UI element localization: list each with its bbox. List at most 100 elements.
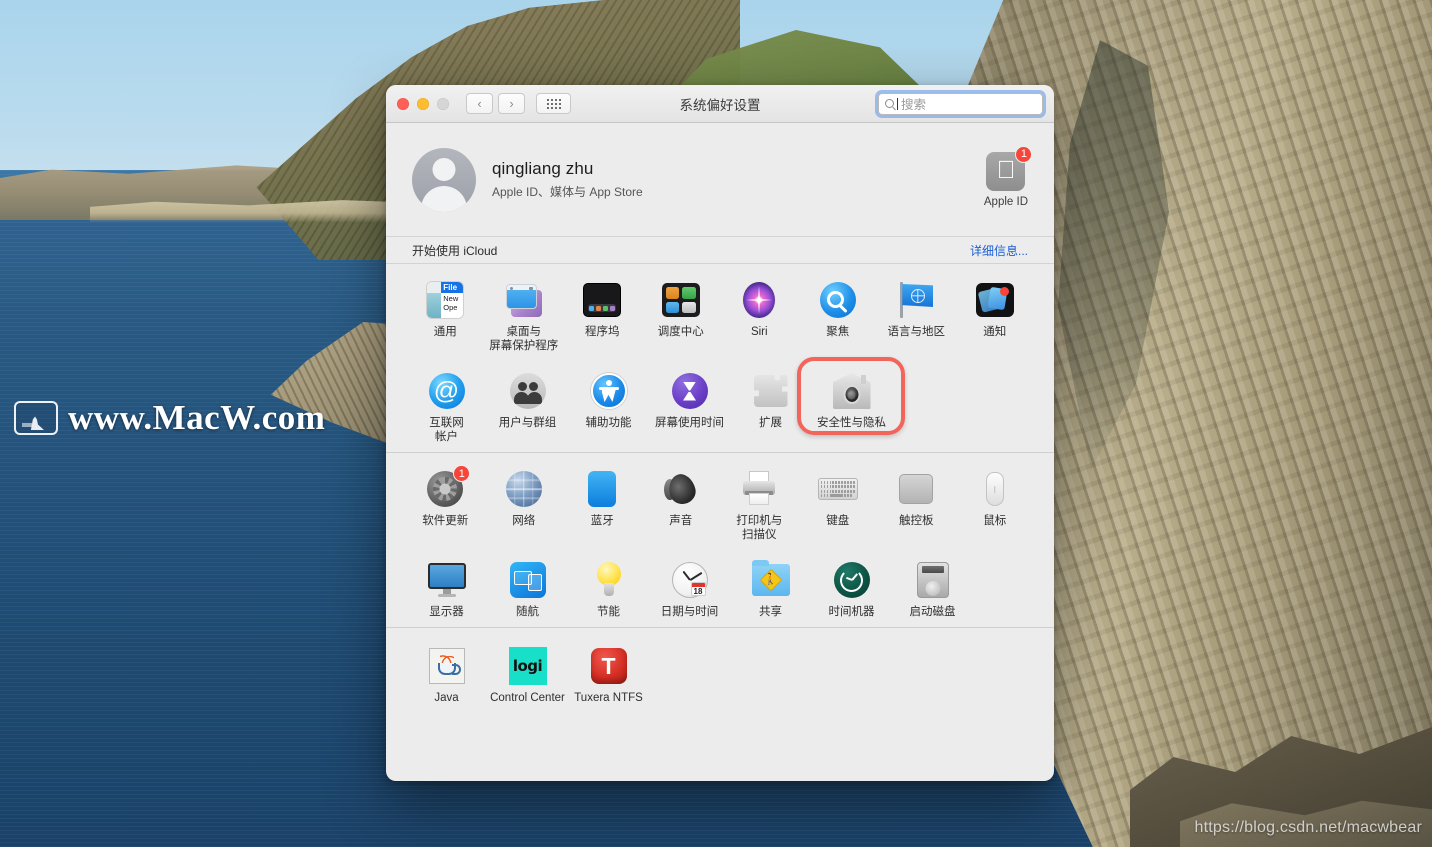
tuxera-glyph: T [591, 648, 627, 684]
macw-watermark: www.MacW.com [14, 398, 325, 438]
macw-watermark-text: www.MacW.com [68, 398, 325, 438]
network-icon [504, 469, 544, 509]
pref-pane-label: 鼠标 [983, 514, 1006, 528]
back-button[interactable]: ‹ [466, 93, 493, 114]
pref-pane-control-center[interactable]: logi Control Center [487, 642, 568, 705]
search-wrapper: 搜索 [878, 93, 1043, 115]
apple-glyph-icon:  [997, 158, 1016, 183]
general-icon: File New Ope [425, 280, 465, 320]
apple-id-tile[interactable]:  1 Apple ID [984, 152, 1028, 208]
status-badge: 1 [453, 465, 470, 482]
pref-pane-label: 日期与时间 [661, 605, 719, 619]
pref-pane-language-region[interactable]: 语言与地区 [877, 276, 956, 353]
icloud-banner: 开始使用 iCloud 详细信息... [386, 236, 1054, 264]
sharing-icon: 🚶 [751, 560, 791, 600]
status-badge: 1 [1015, 146, 1032, 163]
logi-glyph: logi [509, 647, 547, 685]
icloud-banner-text: 开始使用 iCloud [412, 242, 497, 259]
pref-row: @ 互联网 帐户 用户与群组 辅助功能 屏幕使用时间 扩展 安全性与隐私 [406, 367, 1034, 444]
pref-row: Java logi Control Center T Tuxera NTFS [406, 642, 1034, 705]
pref-pane-security-privacy[interactable]: 安全性与隐私 [811, 367, 892, 444]
pref-pane-mission-control[interactable]: 调度中心 [642, 276, 721, 353]
pref-section-2: 1 软件更新 网络 ᚝ 蓝牙 声音 [386, 452, 1054, 627]
pref-pane-sound[interactable]: 声音 [642, 465, 721, 542]
pref-pane-label: 互联网 帐户 [429, 416, 464, 444]
siri-icon [739, 280, 779, 320]
security-privacy-icon [832, 371, 872, 411]
show-all-grid-button[interactable] [536, 93, 571, 114]
pref-pane-displays[interactable]: 显示器 [406, 556, 487, 619]
pref-pane-users-groups[interactable]: 用户与群组 [487, 367, 568, 444]
mouse-icon [975, 469, 1015, 509]
pref-pane-extensions[interactable]: 扩展 [730, 367, 811, 444]
accessibility-icon [589, 371, 629, 411]
pref-row: 1 软件更新 网络 ᚝ 蓝牙 声音 [406, 465, 1034, 542]
forward-button[interactable]: › [498, 93, 525, 114]
pref-pane-java[interactable]: Java [406, 642, 487, 705]
apple-logo-icon:  1 [986, 152, 1025, 191]
pref-pane-label: 软件更新 [422, 514, 468, 528]
pref-pane-sidecar[interactable]: 随航 [487, 556, 568, 619]
close-button[interactable] [397, 98, 409, 110]
pref-pane-mouse[interactable]: 鼠标 [956, 465, 1035, 542]
pref-pane-label: Control Center [490, 691, 565, 705]
pref-pane-screen-time[interactable]: 屏幕使用时间 [649, 367, 730, 444]
zoom-button [437, 98, 449, 110]
pref-pane-sharing[interactable]: 🚶 共享 [730, 556, 811, 619]
pref-pane-label: 屏幕使用时间 [655, 416, 724, 430]
pref-pane-software-update[interactable]: 1 软件更新 [406, 465, 485, 542]
pref-pane-printers-scanners[interactable]: 打印机与 扫描仪 [720, 465, 799, 542]
pref-pane-label: 时间机器 [829, 605, 875, 619]
extensions-icon [751, 371, 791, 411]
pref-pane-tuxera-ntfs[interactable]: T Tuxera NTFS [568, 642, 649, 705]
pref-pane-label: 扩展 [759, 416, 782, 430]
internet-accounts-icon: @ [427, 371, 467, 411]
pref-pane-label: 调度中心 [658, 325, 704, 339]
pref-pane-time-machine[interactable]: 时间机器 [811, 556, 892, 619]
pref-pane-internet-accounts[interactable]: @ 互联网 帐户 [406, 367, 487, 444]
pref-pane-label: 键盘 [826, 514, 849, 528]
search-input[interactable]: 搜索 [878, 93, 1043, 115]
pref-pane-label: 随航 [516, 605, 539, 619]
sidecar-icon [508, 560, 548, 600]
mission-control-icon [661, 280, 701, 320]
pref-pane-startup-disk[interactable]: 启动磁盘 [892, 556, 973, 619]
pref-pane-label: 聚焦 [826, 325, 849, 339]
pref-pane-label: 共享 [759, 605, 782, 619]
tuxera-ntfs-icon: T [589, 646, 629, 686]
pref-pane-siri[interactable]: Siri [720, 276, 799, 353]
pref-pane-energy-saver[interactable]: 节能 [568, 556, 649, 619]
displays-icon [427, 560, 467, 600]
pref-pane-dock[interactable]: 程序坞 [563, 276, 642, 353]
csdn-watermark: https://blog.csdn.net/macwbear [1195, 819, 1422, 837]
pref-pane-bluetooth[interactable]: ᚝ 蓝牙 [563, 465, 642, 542]
pref-pane-label: 触控板 [899, 514, 934, 528]
icloud-details-link[interactable]: 详细信息... [970, 242, 1028, 259]
pref-pane-label: 用户与群组 [499, 416, 557, 430]
keyboard-icon [818, 469, 858, 509]
general-icon-new-text: New [443, 294, 461, 303]
notifications-icon [975, 280, 1015, 320]
pref-pane-keyboard[interactable]: 键盘 [799, 465, 878, 542]
pref-pane-date-time[interactable]: 18 日期与时间 [649, 556, 730, 619]
spotlight-icon [818, 280, 858, 320]
traffic-light-group [397, 98, 449, 110]
pref-pane-label: 网络 [512, 514, 535, 528]
minimize-button[interactable] [417, 98, 429, 110]
pref-pane-label: 辅助功能 [586, 416, 632, 430]
desktop: www.MacW.com https://blog.csdn.net/macwb… [0, 0, 1432, 847]
account-row[interactable]: qingliang zhu Apple ID、媒体与 App Store  1… [386, 123, 1054, 236]
dock-icon [582, 280, 622, 320]
time-machine-icon [832, 560, 872, 600]
pref-pane-notifications[interactable]: 通知 [956, 276, 1035, 353]
pref-pane-trackpad[interactable]: 触控板 [877, 465, 956, 542]
pref-pane-network[interactable]: 网络 [485, 465, 564, 542]
pref-pane-general[interactable]: File New Ope 通用 [406, 276, 485, 353]
pref-pane-desktop-screensaver[interactable]: 桌面与 屏幕保护程序 [485, 276, 564, 353]
date-time-icon: 18 [670, 560, 710, 600]
sound-icon [661, 469, 701, 509]
apple-id-label: Apple ID [984, 196, 1028, 208]
pref-pane-accessibility[interactable]: 辅助功能 [568, 367, 649, 444]
pref-pane-label: 蓝牙 [591, 514, 614, 528]
pref-pane-spotlight[interactable]: 聚焦 [799, 276, 878, 353]
